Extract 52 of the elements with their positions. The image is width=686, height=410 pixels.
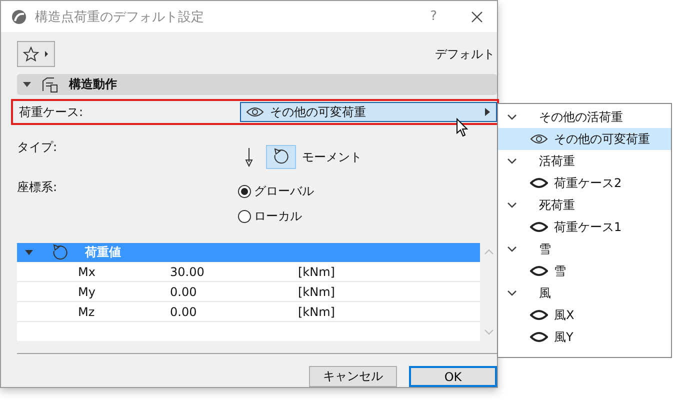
favorites-button[interactable] — [17, 41, 55, 67]
mouse-cursor-icon — [456, 118, 470, 138]
help-button[interactable]: ? — [430, 9, 437, 24]
window-title: 構造点荷重のデフォルト設定 — [35, 8, 205, 26]
menu-group[interactable]: 活荷重 — [498, 150, 671, 172]
radio-option[interactable]: グローバル — [238, 183, 314, 200]
structure-icon — [41, 76, 59, 92]
table-cell: [kNm] — [298, 284, 335, 298]
field-label: 荷重ケース: — [19, 104, 84, 120]
app-logo-icon — [11, 8, 27, 24]
radio-option[interactable]: ローカル — [238, 208, 314, 225]
table-cell-text: 0.00 — [170, 304, 198, 318]
chevron-icon — [507, 202, 517, 208]
close-icon[interactable] — [471, 10, 483, 22]
ok-button[interactable]: OK — [409, 366, 497, 387]
type-value: モーメント — [302, 148, 362, 166]
table-cell-text: 30.00 — [170, 264, 206, 278]
menu-group[interactable]: 雪 — [498, 238, 671, 260]
rotation-arrow-icon — [51, 244, 69, 262]
cancel-button[interactable]: キャンセル — [309, 366, 397, 387]
menu-group[interactable]: その他の活荷重 — [498, 106, 671, 128]
chevron-icon — [507, 290, 517, 296]
table-cell-text: Mx — [77, 264, 96, 278]
field-label: 座標系: — [17, 179, 58, 196]
table-cell: [kNm] — [298, 304, 335, 318]
eye-icon — [530, 134, 548, 144]
load-case-dropdown[interactable]: その他の可変荷重 — [240, 102, 497, 122]
preset-label: デフォルト — [435, 46, 495, 62]
field-label: タイプ: — [17, 138, 58, 156]
menu-group[interactable]: 死荷重 — [498, 194, 671, 216]
eye-icon — [530, 332, 548, 342]
menu-item[interactable]: 荷重ケース2 — [498, 172, 671, 194]
table-cell: [kNm] — [298, 264, 335, 278]
menu-item[interactable]: 雪 — [498, 260, 671, 282]
table-cell-text: 0.00 — [170, 284, 198, 298]
eye-icon — [530, 266, 548, 276]
menu-item[interactable]: その他の可変荷重 — [498, 128, 671, 150]
chevron-icon — [507, 246, 517, 252]
table-cell-text: My — [77, 284, 96, 298]
menu-item[interactable]: 風X — [498, 304, 671, 326]
eye-icon — [530, 178, 548, 188]
section-header[interactable]: 構造動作 — [17, 74, 497, 95]
submenu-arrow-icon — [485, 108, 491, 116]
menu-item[interactable]: 荷重ケース1 — [498, 216, 671, 238]
chevron-icon — [507, 114, 517, 120]
eye-icon — [530, 222, 548, 232]
table-cell-text: Mz — [77, 304, 96, 318]
menu-group[interactable]: 風 — [498, 282, 671, 304]
chevron-icon — [507, 158, 517, 164]
menu-item[interactable]: 風Y — [498, 326, 671, 348]
eye-icon — [246, 107, 264, 117]
eye-icon — [530, 310, 548, 320]
